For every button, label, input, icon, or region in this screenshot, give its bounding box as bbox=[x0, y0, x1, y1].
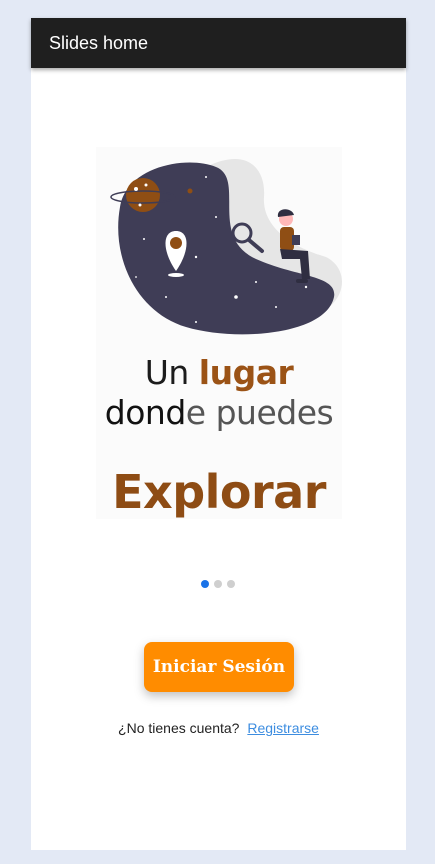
headline-text-grey: e puedes bbox=[185, 393, 334, 432]
page-dot-3[interactable] bbox=[227, 580, 235, 588]
page-dot-1[interactable] bbox=[201, 580, 209, 588]
register-link[interactable]: Registrarse bbox=[247, 720, 319, 736]
slide-headline-line3: Explorar bbox=[112, 465, 326, 519]
headline-text: Un bbox=[144, 353, 199, 392]
login-button[interactable]: Iniciar Sesión bbox=[144, 642, 294, 692]
slide-headline-line1: Un lugar bbox=[96, 353, 342, 392]
headline-text-dark: dond bbox=[104, 393, 187, 432]
page-indicator bbox=[201, 580, 241, 588]
page-dot-2[interactable] bbox=[214, 580, 222, 588]
app-screen: Slides home Un lugar donde puedes Explor… bbox=[31, 18, 406, 850]
page-title: Slides home bbox=[49, 32, 149, 53]
register-prompt: ¿No tienes cuenta? bbox=[118, 720, 240, 736]
space-illustration bbox=[110, 158, 342, 335]
slide-card[interactable]: Un lugar donde puedes Explorar bbox=[96, 147, 342, 519]
slide-headline-line2: donde puedes bbox=[96, 393, 342, 432]
register-row: ¿No tienes cuenta? Registrarse bbox=[31, 720, 406, 736]
app-bar: Slides home bbox=[31, 18, 406, 68]
headline-highlight: lugar bbox=[198, 353, 294, 392]
